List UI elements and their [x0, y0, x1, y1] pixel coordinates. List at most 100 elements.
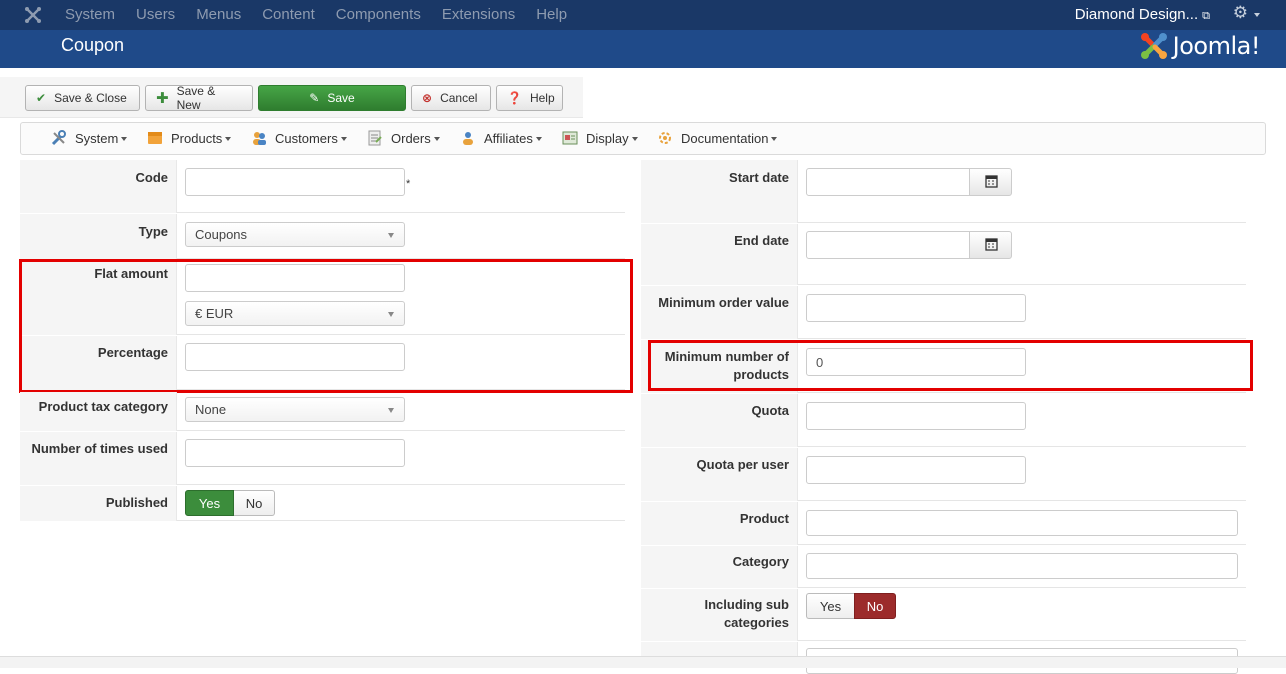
cancel-button[interactable]: ⊗ Cancel — [411, 85, 491, 111]
quota-per-user-input[interactable] — [806, 456, 1026, 484]
comp-menu-display[interactable]: Display — [562, 130, 638, 146]
help-label: Help — [529, 91, 555, 105]
start-date-calendar-button[interactable] — [969, 168, 1012, 196]
published-toggle: Yes No — [185, 490, 275, 516]
joomla-icon[interactable] — [24, 6, 42, 24]
admin-navbar: System Users Menus Content Components Ex… — [0, 0, 1286, 30]
save-button[interactable]: ✎ Save — [258, 85, 406, 111]
comp-menu-label: Customers — [275, 130, 338, 146]
min-order-value-input[interactable] — [806, 294, 1026, 322]
display-icon — [562, 131, 578, 145]
comp-menu-label: Products — [171, 130, 223, 146]
chevron-down-icon — [631, 137, 638, 141]
highlight-box-min-products — [648, 340, 1253, 391]
row-including-sub: Including sub categories — [641, 589, 1246, 641]
chevron-down-icon — [771, 137, 778, 141]
including-sub-toggle: Yes No — [806, 593, 896, 619]
chevron-down-icon — [1254, 13, 1260, 17]
comp-menu-products[interactable]: Products — [147, 130, 232, 146]
gear-icon[interactable]: ⚙ — [1233, 3, 1248, 23]
site-link-label: Diamond Design... — [1074, 6, 1199, 23]
save-new-label: Save & New — [176, 84, 216, 112]
save-label: Save — [327, 91, 355, 105]
chevron-down-icon — [535, 137, 542, 141]
save-close-button[interactable]: ✔ Save & Close — [25, 85, 140, 111]
product-input[interactable] — [806, 510, 1238, 536]
help-button[interactable]: ❓ Help — [496, 85, 563, 111]
product-tax-label: Product tax category — [20, 392, 177, 431]
comp-menu-label: Documentation — [681, 130, 769, 146]
comp-menu-customers[interactable]: Customers — [251, 130, 347, 146]
product-tax-select[interactable]: None — [185, 397, 405, 422]
comp-menu-label: Display — [586, 130, 629, 146]
save-new-button[interactable]: ✚ Save & New — [145, 84, 253, 112]
comp-menu-orders[interactable]: Orders — [367, 130, 440, 146]
end-date-label: End date — [641, 224, 798, 285]
type-value: Coupons — [195, 227, 248, 242]
times-used-label: Number of times used — [20, 432, 177, 485]
code-label: Code — [20, 160, 177, 213]
documentation-icon — [659, 132, 671, 144]
start-date-label: Start date — [641, 160, 798, 223]
including-sub-yes-button[interactable]: Yes — [806, 593, 854, 619]
chevron-down-icon — [225, 137, 232, 141]
menu-help[interactable]: Help — [536, 6, 567, 23]
menu-components[interactable]: Components — [336, 6, 421, 23]
chevron-down-icon — [433, 137, 440, 141]
menu-menus[interactable]: Menus — [196, 6, 241, 23]
row-cut-off-label — [641, 642, 798, 656]
category-input[interactable] — [806, 553, 1238, 579]
users-icon — [253, 132, 266, 145]
including-sub-label-line-2: categories — [723, 615, 789, 630]
end-date-input[interactable] — [806, 231, 971, 259]
highlight-box-discount — [19, 259, 633, 393]
comp-menu-label: System — [75, 130, 119, 146]
published-no-button[interactable]: No — [234, 490, 275, 516]
external-link-icon: ⧉ — [1202, 10, 1210, 22]
code-input[interactable] — [185, 168, 405, 196]
component-menu: System Products Customers Orders Affilia… — [20, 122, 1266, 155]
admin-menu: System Users Menus Content Components Ex… — [65, 6, 588, 23]
row-published: Published — [20, 486, 625, 521]
chevron-down-icon — [388, 233, 394, 238]
menu-content[interactable]: Content — [262, 6, 315, 23]
type-select[interactable]: Coupons — [185, 222, 405, 247]
including-sub-no-button[interactable]: No — [854, 593, 896, 619]
save-close-label: Save & Close — [54, 91, 127, 105]
product-label: Product — [641, 502, 798, 545]
start-date-input[interactable] — [806, 168, 971, 196]
tools-icon — [51, 130, 66, 146]
comp-menu-system[interactable]: System — [51, 130, 128, 146]
comp-menu-label: Affiliates — [484, 130, 533, 146]
chevron-down-icon — [388, 408, 394, 413]
brand-name: Joomla! — [1172, 32, 1261, 60]
menu-extensions[interactable]: Extensions — [442, 6, 515, 23]
min-order-value-label: Minimum order value — [641, 286, 798, 339]
calendar-icon — [985, 238, 998, 251]
cancel-label: Cancel — [440, 91, 478, 105]
joomla-logo: Joomla! — [1139, 31, 1261, 61]
cancel-icon: ⊗ — [422, 91, 433, 105]
chevron-down-icon — [121, 137, 128, 141]
affiliates-icon — [463, 132, 473, 145]
menu-system[interactable]: System — [65, 6, 115, 23]
joomla-brand-icon — [1140, 33, 1167, 59]
orders-icon — [368, 130, 382, 146]
quota-label: Quota — [641, 394, 798, 447]
comp-menu-affiliates[interactable]: Affiliates — [460, 130, 542, 146]
published-yes-button[interactable]: Yes — [185, 490, 234, 516]
category-label: Category — [641, 546, 798, 588]
question-icon: ❓ — [507, 91, 522, 105]
site-link[interactable]: Diamond Design... ⧉ — [1075, 6, 1210, 23]
menu-users[interactable]: Users — [136, 6, 175, 23]
times-used-input[interactable] — [185, 439, 405, 467]
required-mark: * — [406, 178, 411, 190]
including-sub-label: Including sub categories — [641, 589, 798, 641]
comp-menu-documentation[interactable]: Documentation — [657, 130, 778, 146]
calendar-icon — [985, 175, 998, 188]
edit-icon: ✎ — [309, 91, 320, 105]
published-label: Published — [20, 486, 177, 521]
quota-input[interactable] — [806, 402, 1026, 430]
end-date-calendar-button[interactable] — [969, 231, 1012, 259]
comp-menu-label: Orders — [391, 130, 431, 146]
